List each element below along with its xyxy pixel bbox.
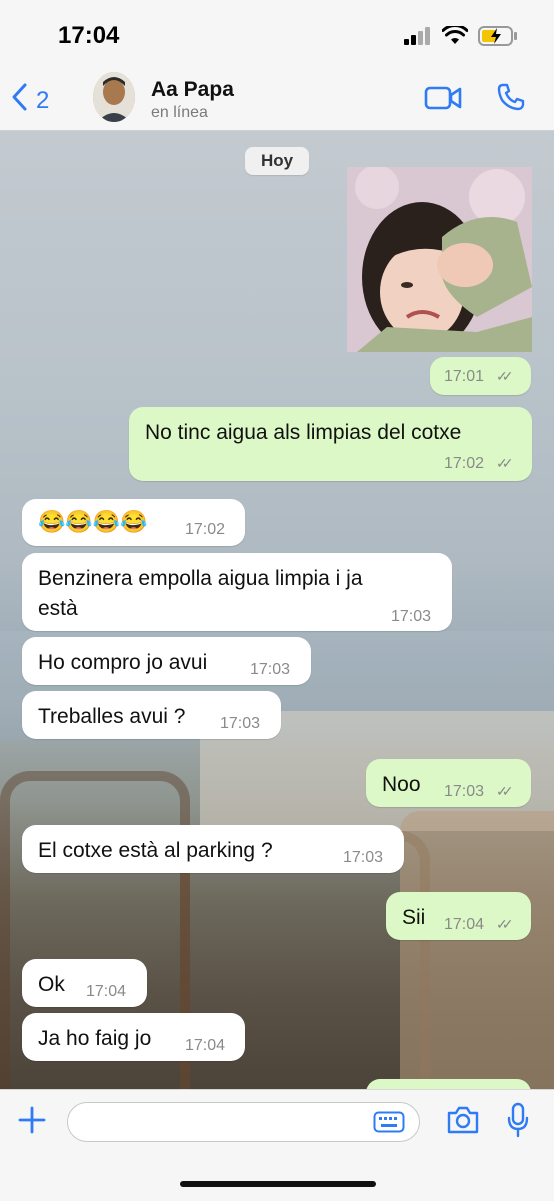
- read-ticks-icon: ✓✓: [496, 783, 514, 799]
- photo-message[interactable]: [347, 167, 532, 352]
- chat-header: 2 Aa Papa en línea: [0, 70, 554, 131]
- contact-avatar[interactable]: [93, 72, 135, 122]
- background-wallpaper-blanket: [400, 811, 554, 1089]
- unread-count: 2: [36, 86, 50, 114]
- read-ticks-icon: ✓✓: [496, 455, 514, 471]
- home-indicator[interactable]: [180, 1181, 376, 1187]
- message-text: 😂😂😂😂: [38, 509, 148, 534]
- message-time: 17:03: [444, 783, 485, 800]
- message-bubble-incoming[interactable]: El cotxe està al parking ? 17:03: [22, 825, 404, 873]
- microphone-icon[interactable]: [506, 1102, 530, 1143]
- contact-status: en línea: [151, 104, 208, 121]
- status-bar: 17:04: [0, 0, 554, 70]
- message-bubble-incoming[interactable]: Ja ho faig jo 17:04: [22, 1013, 245, 1061]
- read-ticks-icon: ✓✓: [496, 368, 514, 384]
- message-text: Ok: [38, 973, 65, 996]
- message-time: 17:03: [391, 608, 432, 625]
- message-bubble-outgoing[interactable]: Noo 17:03 ✓✓: [366, 759, 531, 807]
- video-camera-icon[interactable]: [424, 84, 462, 117]
- message-time: 17:02: [444, 455, 485, 472]
- phone-icon[interactable]: [496, 82, 526, 117]
- message-bubble-outgoing[interactable]: No tinc aigua als limpias del cotxe 17:0…: [129, 407, 532, 481]
- message-time: 17:02: [185, 521, 226, 538]
- read-ticks-icon: ✓✓: [496, 916, 514, 932]
- message-input[interactable]: [67, 1102, 420, 1142]
- message-text: No tinc aigua als limpias del cotxe: [145, 421, 462, 444]
- signal-icon: [404, 27, 432, 50]
- camera-icon[interactable]: [446, 1105, 480, 1140]
- status-icons: [404, 24, 518, 51]
- message-text: Ja ho faig jo: [38, 1027, 152, 1050]
- message-text: Noo: [382, 773, 421, 796]
- photo-message-footer: 17:01 ✓✓: [430, 357, 531, 395]
- message-text: El cotxe està al parking ?: [38, 839, 273, 862]
- date-separator: Hoy: [245, 147, 309, 175]
- message-time: 17:04: [444, 916, 485, 933]
- message-text: Treballes avui ?: [38, 705, 186, 728]
- message-bubble-incoming[interactable]: Benzinera empolla aigua limpia i ja està…: [22, 553, 452, 631]
- message-bubble-outgoing-partial[interactable]: [366, 1079, 531, 1089]
- message-time: 17:03: [343, 849, 384, 866]
- message-bubble-incoming[interactable]: Ok 17:04: [22, 959, 147, 1007]
- keyboard-sticker-icon[interactable]: [373, 1111, 405, 1138]
- message-bubble-outgoing[interactable]: Sii 17:04 ✓✓: [386, 892, 531, 940]
- message-time: 17:04: [86, 983, 127, 1000]
- wifi-icon: [441, 24, 469, 51]
- message-text: Ho compro jo avui: [38, 651, 208, 674]
- chat-area[interactable]: Hoy 17:01 ✓✓ No tinc aigua als limpias d…: [0, 131, 554, 1089]
- message-time: 17:01: [444, 368, 485, 385]
- message-bubble-incoming[interactable]: Ho compro jo avui 17:03: [22, 637, 311, 685]
- plus-icon[interactable]: [16, 1104, 48, 1141]
- status-time: 17:04: [58, 22, 120, 49]
- message-time: 17:03: [250, 661, 291, 678]
- message-bubble-incoming[interactable]: Treballes avui ? 17:03: [22, 691, 281, 739]
- message-text-line2: està: [38, 597, 78, 620]
- contact-name[interactable]: Aa Papa: [151, 78, 234, 102]
- back-button[interactable]: 2: [10, 82, 49, 119]
- chevron-left-icon: [10, 82, 28, 119]
- message-time: 17:03: [220, 715, 261, 732]
- message-time: 17:04: [185, 1037, 226, 1054]
- battery-charging-icon: [478, 26, 518, 51]
- message-text: Sii: [402, 906, 426, 929]
- message-text: Benzinera empolla aigua limpia i ja: [38, 567, 363, 590]
- message-bubble-incoming[interactable]: 😂😂😂😂 17:02: [22, 499, 245, 546]
